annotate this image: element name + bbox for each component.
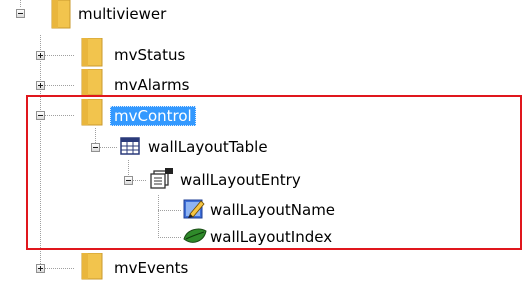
- tree-line: [158, 210, 182, 211]
- tree-line: [45, 268, 75, 269]
- tree-line: [45, 55, 75, 56]
- tree-line: [158, 237, 182, 238]
- expand-toggle[interactable]: [36, 51, 45, 60]
- node-label[interactable]: wallLayoutIndex: [210, 227, 332, 247]
- collapse-toggle[interactable]: [124, 176, 133, 185]
- leaf-icon: [183, 227, 207, 251]
- pencil-leaf-icon: [183, 198, 205, 224]
- folder-icon: [49, 0, 71, 34]
- collapse-toggle[interactable]: [16, 9, 25, 18]
- collapse-toggle[interactable]: [36, 111, 45, 120]
- folder-icon: [80, 252, 106, 284]
- entry-icon: [150, 168, 174, 194]
- node-label[interactable]: multiviewer: [78, 4, 166, 24]
- node-label[interactable]: wallLayoutEntry: [180, 170, 301, 190]
- tree-line: [45, 115, 75, 116]
- folder-icon: [80, 68, 106, 101]
- tree-line: [45, 85, 75, 86]
- node-label[interactable]: mvStatus: [114, 45, 185, 65]
- tree-line: [40, 35, 41, 267]
- tree-line: [20, 0, 21, 8]
- tree-line: [133, 180, 147, 181]
- tree-line: [100, 147, 118, 148]
- collapse-toggle[interactable]: [91, 143, 100, 152]
- expand-toggle[interactable]: [36, 81, 45, 90]
- node-label[interactable]: wallLayoutName: [210, 200, 335, 220]
- tree-line: [158, 195, 159, 237]
- folder-icon: [80, 98, 106, 131]
- table-icon: [120, 137, 140, 159]
- node-label[interactable]: wallLayoutTable: [148, 137, 268, 157]
- expand-toggle[interactable]: [36, 264, 45, 273]
- folder-icon: [80, 37, 106, 72]
- node-label-selected[interactable]: mvControl: [110, 106, 196, 126]
- node-label[interactable]: mvAlarms: [114, 75, 189, 95]
- node-label[interactable]: mvEvents: [114, 258, 188, 278]
